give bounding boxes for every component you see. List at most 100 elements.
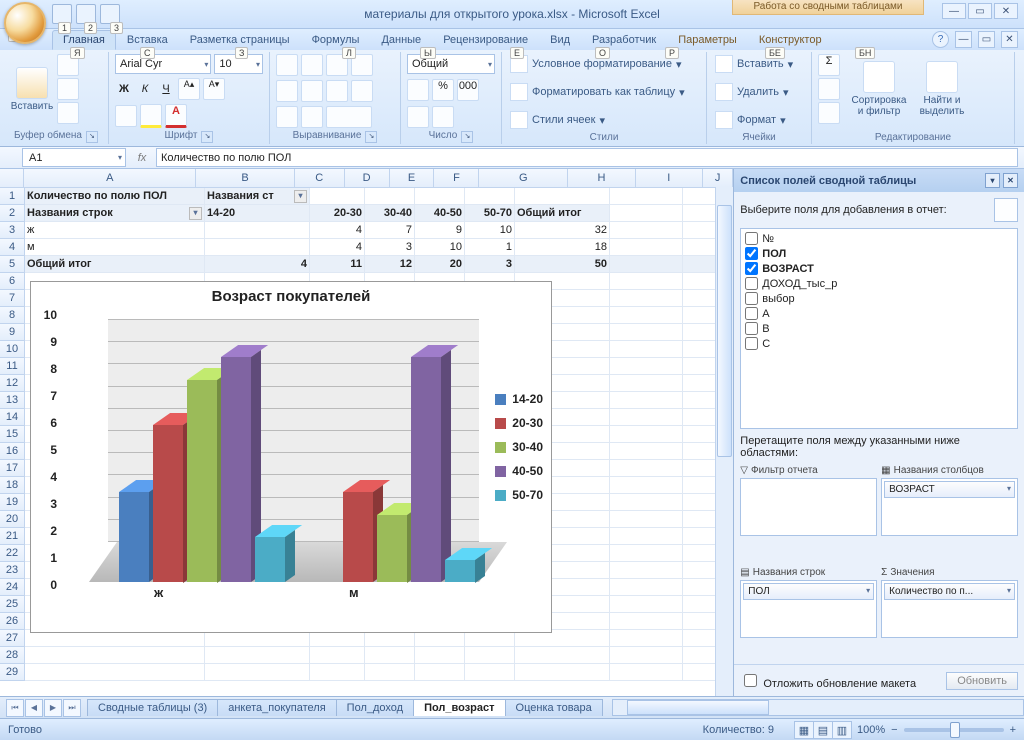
row-header[interactable]: 4 <box>0 239 25 256</box>
row-header[interactable]: 28 <box>0 647 25 664</box>
help-icon[interactable]: ? <box>932 31 949 48</box>
borders-icon[interactable] <box>115 105 137 127</box>
cell-styles-button[interactable]: Стили ячеек ▾ <box>508 110 700 130</box>
zoom-slider[interactable] <box>904 728 1004 732</box>
column-header[interactable]: J <box>703 169 733 187</box>
field-pane-dropdown-icon[interactable]: ▾ <box>985 173 1000 188</box>
field-list[interactable]: №ПОЛВОЗРАСТДОХОД_тыс_рвыборАВС <box>740 228 1018 429</box>
format-cells-button[interactable]: Формат ▾ <box>713 110 805 130</box>
fx-icon[interactable]: fx <box>134 150 150 166</box>
increase-indent-icon[interactable] <box>301 106 323 128</box>
column-header[interactable]: G <box>479 169 568 187</box>
bold-button[interactable]: Ж <box>115 83 133 95</box>
row-header[interactable]: 29 <box>0 664 25 681</box>
row-header[interactable]: 21 <box>0 528 25 545</box>
page-layout-view-icon[interactable]: ▤ <box>813 721 833 739</box>
field-checkbox[interactable]: ВОЗРАСТ <box>743 261 1015 276</box>
wrap-text-icon[interactable] <box>351 80 373 102</box>
row-header[interactable]: 15 <box>0 426 25 443</box>
rows-drop-area[interactable]: ПОЛ <box>740 580 877 638</box>
field-pane-close-icon[interactable]: ✕ <box>1003 173 1018 188</box>
row-header[interactable]: 2 <box>0 205 25 222</box>
format-painter-icon[interactable] <box>57 102 79 124</box>
update-button[interactable]: Обновить <box>946 672 1018 690</box>
align-center-icon[interactable] <box>301 80 323 102</box>
sheet-tab[interactable]: Оценка товара <box>505 699 603 716</box>
column-header[interactable]: B <box>196 169 295 187</box>
minimize-button[interactable]: — <box>942 3 966 19</box>
zoom-in-button[interactable]: + <box>1010 724 1016 736</box>
comma-icon[interactable]: 000 <box>457 79 479 101</box>
row-header[interactable]: 17 <box>0 460 25 477</box>
format-as-table-button[interactable]: Форматировать как таблицу ▾ <box>508 82 700 102</box>
increase-decimal-icon[interactable] <box>407 106 429 128</box>
prev-sheet-button[interactable]: ◀ <box>25 699 43 717</box>
qat-redo-icon[interactable] <box>100 4 120 24</box>
filter-drop-area[interactable] <box>740 478 877 536</box>
sheet-tab[interactable]: анкета_покупателя <box>217 699 336 716</box>
align-right-icon[interactable] <box>326 80 348 102</box>
row-header[interactable]: 7 <box>0 290 25 307</box>
next-sheet-button[interactable]: ▶ <box>44 699 62 717</box>
tab-formulas[interactable]: Формулы <box>301 30 371 50</box>
decrease-decimal-icon[interactable] <box>432 106 454 128</box>
column-header[interactable]: I <box>636 169 703 187</box>
values-drop-area[interactable]: Количество по п... <box>881 580 1018 638</box>
percent-icon[interactable]: % <box>432 79 454 101</box>
sort-filter-button[interactable]: Сортировка и фильтр <box>849 61 909 117</box>
row-header[interactable]: 11 <box>0 358 25 375</box>
align-top-icon[interactable] <box>276 54 298 76</box>
restore-button[interactable]: ▭ <box>968 3 992 19</box>
fill-color-icon[interactable] <box>140 104 162 128</box>
column-header[interactable]: C <box>295 169 345 187</box>
tab-view[interactable]: Вид <box>539 30 581 50</box>
qat-undo-icon[interactable] <box>76 4 96 24</box>
normal-view-icon[interactable]: ▦ <box>794 721 814 739</box>
row-header[interactable]: 14 <box>0 409 25 426</box>
autosum-icon[interactable]: Σ <box>818 54 840 76</box>
first-sheet-button[interactable]: ⏮ <box>6 699 24 717</box>
row-header[interactable]: 25 <box>0 596 25 613</box>
align-middle-icon[interactable] <box>301 54 323 76</box>
decrease-indent-icon[interactable] <box>276 106 298 128</box>
delete-cells-button[interactable]: Удалить ▾ <box>713 82 805 102</box>
page-break-view-icon[interactable]: ▥ <box>832 721 852 739</box>
row-header[interactable]: 9 <box>0 324 25 341</box>
font-name-combo[interactable]: Arial Cyr <box>115 54 211 74</box>
sheet-tab[interactable]: Пол_возраст <box>413 699 505 716</box>
columns-drop-area[interactable]: ВОЗРАСТ <box>881 478 1018 536</box>
row-header[interactable]: 20 <box>0 511 25 528</box>
row-field-chip[interactable]: ПОЛ <box>743 583 874 600</box>
column-header[interactable]: H <box>568 169 635 187</box>
dialog-launcher-icon[interactable]: ↘ <box>86 131 98 143</box>
close-button[interactable]: ✕ <box>994 3 1018 19</box>
field-checkbox[interactable]: В <box>743 321 1015 336</box>
close-workbook-button[interactable]: ✕ <box>1001 31 1018 48</box>
row-header[interactable]: 3 <box>0 222 25 239</box>
decrease-font-icon[interactable]: A▾ <box>203 78 225 100</box>
align-left-icon[interactable] <box>276 80 298 102</box>
value-field-chip[interactable]: Количество по п... <box>884 583 1015 600</box>
column-header[interactable]: E <box>390 169 435 187</box>
row-header[interactable]: 5 <box>0 256 25 273</box>
office-button[interactable] <box>4 2 46 44</box>
dialog-launcher-icon[interactable]: ↘ <box>461 131 473 143</box>
field-checkbox[interactable]: ПОЛ <box>743 246 1015 261</box>
worksheet-grid[interactable]: ABCDEFGHIJ 12345678910111213141516171819… <box>0 169 733 696</box>
column-header[interactable]: D <box>345 169 390 187</box>
select-all-corner[interactable] <box>0 169 24 188</box>
font-color-icon[interactable]: A <box>165 104 187 128</box>
field-checkbox[interactable]: А <box>743 306 1015 321</box>
row-header[interactable]: 8 <box>0 307 25 324</box>
vertical-scrollbar[interactable] <box>715 187 733 696</box>
row-header[interactable]: 19 <box>0 494 25 511</box>
underline-button[interactable]: Ч <box>157 83 175 95</box>
column-field-chip[interactable]: ВОЗРАСТ <box>884 481 1015 498</box>
row-header[interactable]: 23 <box>0 562 25 579</box>
row-header[interactable]: 24 <box>0 579 25 596</box>
horizontal-scrollbar[interactable] <box>612 699 1024 716</box>
qat-save-icon[interactable] <box>52 4 72 24</box>
increase-font-icon[interactable]: A▴ <box>178 78 200 100</box>
name-box[interactable]: A1 <box>22 148 126 167</box>
dialog-launcher-icon[interactable]: ↘ <box>201 131 213 143</box>
